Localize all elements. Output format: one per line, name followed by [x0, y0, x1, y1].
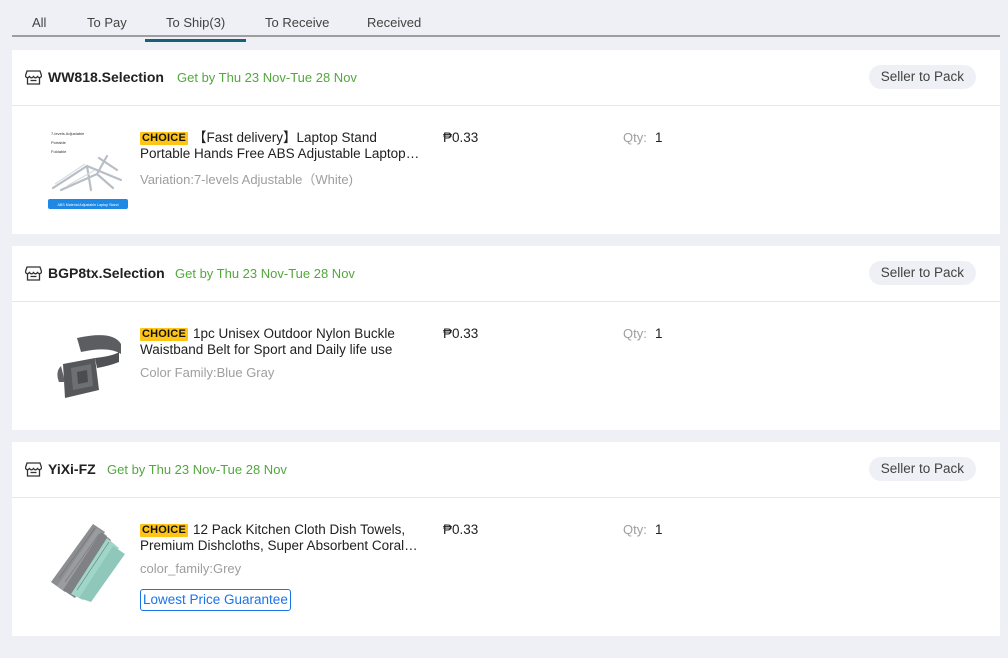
product-variation: Variation:7-levels Adjustable（White) [140, 172, 353, 187]
product-image-dish-towels[interactable] [47, 520, 129, 602]
tab-received[interactable]: Received [367, 15, 421, 30]
product-image-belt[interactable] [47, 324, 129, 406]
qty-label: Qty: [623, 130, 647, 145]
status-badge: Seller to Pack [868, 65, 976, 89]
tab-all[interactable]: All [32, 15, 46, 30]
tab-to-pay[interactable]: To Pay [87, 15, 127, 30]
order-card: BGP8tx.Selection Get by Thu 23 Nov-Tue 2… [12, 246, 1000, 430]
order-card-header: BGP8tx.Selection Get by Thu 23 Nov-Tue 2… [12, 246, 1000, 302]
status-badge: Seller to Pack [868, 457, 976, 481]
store-name[interactable]: YiXi-FZ [48, 461, 96, 477]
store-icon [25, 70, 42, 85]
status-badge: Seller to Pack [868, 261, 976, 285]
thumb-caption-3: Foldable [51, 149, 67, 154]
qty-value: 1 [655, 522, 663, 537]
store-name[interactable]: WW818.Selection [48, 69, 164, 85]
store-icon [25, 462, 42, 477]
product-title[interactable]: CHOICE 1pc Unisex Outdoor Nylon Buckle Wa… [140, 326, 420, 358]
product-variation: color_family:Grey [140, 561, 242, 576]
product-variation: Color Family:Blue Gray [140, 365, 275, 380]
order-status-tabs: All To Pay To Ship(3) To Receive Receive… [12, 0, 1000, 42]
store-icon [25, 266, 42, 281]
qty-label: Qty: [623, 326, 647, 341]
thumb-caption-2: Portable [51, 140, 67, 145]
product-price: ₱0.33 [443, 130, 479, 145]
product-price: ₱0.33 [443, 522, 479, 537]
choice-badge: CHOICE [140, 328, 188, 341]
product-image-laptop-stand[interactable]: 7-levels Adjustable Portable Foldable AB… [47, 128, 129, 210]
lowest-price-guarantee-badge[interactable]: Lowest Price Guarantee [140, 589, 291, 611]
product-title[interactable]: CHOICE 12 Pack Kitchen Cloth Dish Towels,… [140, 522, 420, 554]
product-title[interactable]: CHOICE 【Fast delivery】Laptop Stand Portab… [140, 130, 420, 162]
tab-to-receive[interactable]: To Receive [265, 15, 329, 30]
order-card: YiXi-FZ Get by Thu 23 Nov-Tue 28 Nov Sel… [12, 442, 1000, 636]
delivery-estimate: Get by Thu 23 Nov-Tue 28 Nov [175, 266, 355, 281]
order-card: WW818.Selection Get by Thu 23 Nov-Tue 28… [12, 50, 1000, 234]
thumb-banner: ABS Material Adjustable Laptop Stand [58, 203, 119, 207]
thumb-caption-1: 7-levels Adjustable [51, 131, 85, 136]
tab-to-ship[interactable]: To Ship(3) [144, 15, 247, 42]
qty-value: 1 [655, 326, 663, 341]
order-card-header: WW818.Selection Get by Thu 23 Nov-Tue 28… [12, 50, 1000, 106]
product-price: ₱0.33 [443, 326, 479, 341]
delivery-estimate: Get by Thu 23 Nov-Tue 28 Nov [177, 70, 357, 85]
qty-label: Qty: [623, 522, 647, 537]
order-card-header: YiXi-FZ Get by Thu 23 Nov-Tue 28 Nov Sel… [12, 442, 1000, 498]
store-name[interactable]: BGP8tx.Selection [48, 265, 165, 281]
delivery-estimate: Get by Thu 23 Nov-Tue 28 Nov [107, 462, 287, 477]
choice-badge: CHOICE [140, 132, 188, 145]
choice-badge: CHOICE [140, 524, 188, 537]
qty-value: 1 [655, 130, 663, 145]
